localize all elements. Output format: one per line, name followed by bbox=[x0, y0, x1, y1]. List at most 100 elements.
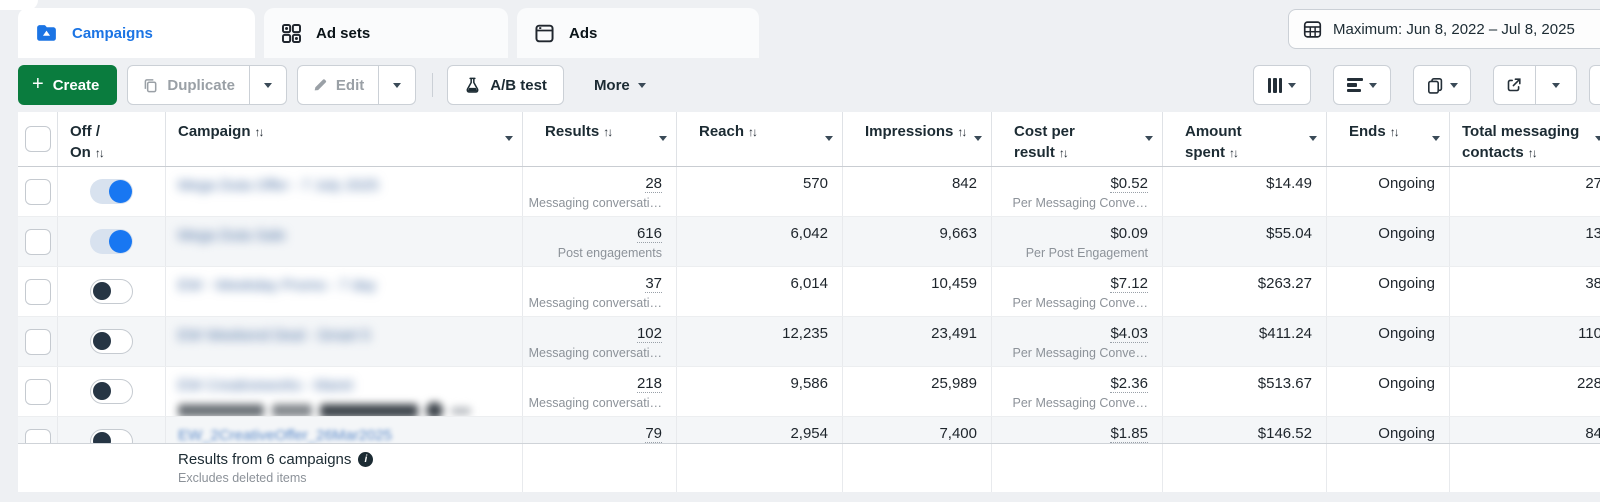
campaign-name-link[interactable]: EW Creativeworks - Maret bbox=[178, 377, 353, 394]
header-results[interactable]: Results ↑↓ bbox=[523, 112, 677, 166]
ads-manager-page: { "colors": { "accent_blue": "#1b74e4", … bbox=[0, 0, 1600, 502]
ends-value: Ongoing bbox=[1378, 175, 1435, 192]
contacts-value: 38 bbox=[1585, 275, 1600, 292]
header-impressions[interactable]: Impressions ↑↓ bbox=[843, 112, 992, 166]
row-checkbox[interactable] bbox=[24, 378, 51, 405]
cost-value[interactable]: $0.52 bbox=[992, 175, 1148, 193]
columns-button[interactable] bbox=[1253, 65, 1311, 105]
spent-value: $14.49 bbox=[1266, 175, 1312, 192]
header-total-messaging-contacts[interactable]: Total messaging contacts ↑↓ bbox=[1450, 112, 1600, 166]
column-menu-icon[interactable] bbox=[825, 136, 833, 141]
column-menu-icon[interactable] bbox=[1145, 136, 1153, 141]
duplicate-dropdown[interactable] bbox=[248, 66, 286, 104]
reach-value: 2,954 bbox=[790, 425, 828, 442]
export-dropdown[interactable] bbox=[1534, 66, 1577, 104]
campaign-toggle[interactable] bbox=[90, 329, 133, 354]
campaigns-table: Off / On ↑↓ Campaign ↑↓ Results ↑↓ Reach ↑↓ … bbox=[18, 112, 1600, 492]
campaign-toggle[interactable] bbox=[90, 229, 133, 254]
results-value[interactable]: 37 bbox=[523, 275, 662, 293]
ab-test-button[interactable]: A/B test bbox=[447, 65, 564, 105]
tab-campaigns[interactable]: Campaigns bbox=[18, 8, 255, 58]
partial-edge-button[interactable] bbox=[1589, 65, 1600, 105]
breakdown-button[interactable] bbox=[1333, 65, 1391, 105]
sort-icon: ↑↓ bbox=[748, 125, 758, 139]
header-amount-spent[interactable]: Amount spent ↑↓ bbox=[1163, 112, 1327, 166]
campaign-toggle[interactable] bbox=[90, 179, 133, 204]
ends-value: Ongoing bbox=[1378, 275, 1435, 292]
cost-value[interactable]: $1.85 bbox=[992, 425, 1148, 443]
impressions-value: 25,989 bbox=[931, 375, 977, 392]
campaign-name-link[interactable]: Mega Duta Sale bbox=[178, 227, 286, 244]
results-value[interactable]: 79 bbox=[523, 425, 662, 443]
ends-value: Ongoing bbox=[1378, 425, 1435, 442]
results-value[interactable]: 28 bbox=[523, 175, 662, 193]
results-label: Messaging conversati… bbox=[528, 196, 662, 210]
cost-label: Per Messaging Conve… bbox=[1012, 346, 1148, 360]
sort-icon: ↑↓ bbox=[254, 125, 265, 139]
sort-icon: ↑↓ bbox=[1229, 146, 1239, 160]
columns-icon bbox=[1267, 77, 1283, 93]
campaign-name-link[interactable]: Mega Duta Offer - 7 July 2025 bbox=[178, 177, 379, 194]
column-menu-icon[interactable] bbox=[659, 136, 667, 141]
contacts-value: 27 bbox=[1585, 175, 1600, 192]
header-reach[interactable]: Reach ↑↓ bbox=[677, 112, 843, 166]
duplicate-split-button: Duplicate bbox=[127, 65, 287, 105]
column-menu-icon[interactable] bbox=[974, 136, 982, 141]
flask-icon bbox=[466, 77, 479, 93]
header-campaign[interactable]: Campaign ↑↓ bbox=[166, 112, 523, 166]
column-menu-icon[interactable] bbox=[1309, 136, 1317, 141]
column-menu-icon[interactable] bbox=[505, 136, 513, 141]
row-checkbox[interactable] bbox=[24, 278, 51, 305]
column-menu-icon[interactable] bbox=[1432, 136, 1440, 141]
results-value[interactable]: 616 bbox=[523, 225, 662, 243]
column-menu-icon[interactable] bbox=[1595, 136, 1600, 141]
reports-icon bbox=[1427, 77, 1443, 94]
header-ends[interactable]: Ends ↑↓ bbox=[1327, 112, 1450, 166]
results-value[interactable]: 102 bbox=[523, 325, 662, 343]
footer-note: Excludes deleted items bbox=[178, 471, 307, 485]
chevron-down-icon bbox=[1551, 82, 1560, 88]
table-row: EW Weekend Deal - Smart 5 102 Messaging co… bbox=[18, 317, 1600, 367]
tab-ad-sets[interactable]: Ad sets bbox=[264, 8, 508, 58]
reports-button[interactable] bbox=[1413, 65, 1471, 105]
sort-icon: ↑↓ bbox=[1058, 146, 1069, 160]
contacts-value: 13 bbox=[1585, 225, 1600, 242]
date-range-button[interactable]: Maximum: Jun 8, 2022 – Jul 8, 2025 bbox=[1288, 9, 1600, 49]
results-value[interactable]: 218 bbox=[523, 375, 662, 393]
cost-label: Per Messaging Conve… bbox=[1012, 396, 1148, 410]
campaign-toggle[interactable] bbox=[90, 379, 133, 404]
cost-value[interactable]: $2.36 bbox=[992, 375, 1148, 393]
cost-value[interactable]: $4.03 bbox=[992, 325, 1148, 343]
results-label: Post engagements bbox=[557, 246, 662, 260]
more-button[interactable]: More bbox=[588, 65, 652, 105]
header-off-on[interactable]: Off / On ↑↓ bbox=[58, 112, 166, 166]
export-icon bbox=[1507, 78, 1521, 92]
tab-ads[interactable]: Ads bbox=[517, 8, 759, 58]
row-checkbox[interactable] bbox=[24, 328, 51, 355]
info-icon[interactable]: i bbox=[358, 452, 374, 467]
campaign-name-link[interactable]: EW Weekend Deal - Smart 5 bbox=[178, 327, 370, 344]
impressions-value: 9,663 bbox=[939, 225, 977, 242]
impressions-value: 842 bbox=[951, 175, 977, 192]
spent-value: $55.04 bbox=[1266, 225, 1312, 242]
ends-value: Ongoing bbox=[1378, 375, 1435, 392]
campaign-name-link[interactable]: EW_2CreativeOffer_26Mar2025 bbox=[178, 427, 392, 444]
row-checkbox[interactable] bbox=[24, 178, 51, 205]
select-all-checkbox[interactable] bbox=[24, 126, 51, 152]
campaign-toggle[interactable] bbox=[90, 279, 133, 304]
cost-value[interactable]: $7.12 bbox=[992, 275, 1148, 293]
edit-button[interactable]: Edit bbox=[298, 66, 378, 104]
duplicate-button[interactable]: Duplicate bbox=[128, 66, 249, 104]
campaign-name-link[interactable]: EW - Weekday Promo - 7 day bbox=[178, 277, 376, 294]
header-cost-per-result[interactable]: Cost per result ↑↓ bbox=[992, 112, 1163, 166]
create-button[interactable]: + Create bbox=[18, 65, 118, 105]
actions-toolbar: + Create Duplicate Edit A/B test More bbox=[0, 58, 1600, 112]
row-checkbox[interactable] bbox=[24, 228, 51, 255]
ends-value: Ongoing bbox=[1378, 225, 1435, 242]
tab-label: Ad sets bbox=[316, 24, 371, 42]
sort-icon: ↑↓ bbox=[1389, 125, 1400, 139]
export-button[interactable] bbox=[1494, 66, 1535, 104]
edit-dropdown[interactable] bbox=[378, 66, 415, 104]
table-header: Off / On ↑↓ Campaign ↑↓ Results ↑↓ Reach ↑↓ … bbox=[18, 112, 1600, 167]
contacts-value: 110 bbox=[1578, 325, 1600, 342]
